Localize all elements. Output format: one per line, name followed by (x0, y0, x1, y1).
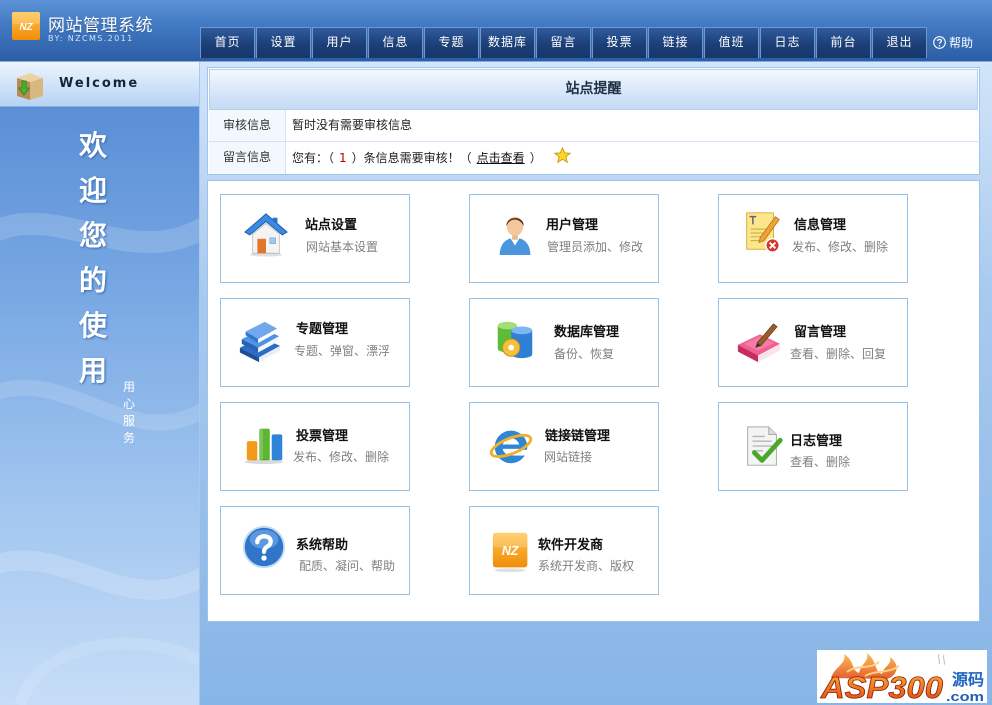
module-title: 投票管理 (296, 429, 349, 444)
main-nav: 首页 设置 用户 信息 专题 数据库 留言 投票 链接 值班 日志 前台 退出 (200, 27, 928, 58)
notice-row-audit: 审核信息 暂时没有需要审核信息 (209, 110, 978, 142)
module-title: 信息管理 (794, 218, 847, 233)
box-download-icon (17, 73, 43, 100)
nav-tab-logs[interactable]: 日志 (760, 27, 815, 58)
main-content: 站点提醒 审核信息 暂时没有需要审核信息 留言信息 您有：（ 1 ）条信息需要审核！… (200, 62, 992, 705)
nav-tab-frontend[interactable]: 前台 (816, 27, 871, 58)
module-desc: 查看、删除、回复 (790, 347, 887, 361)
module-site-settings[interactable]: 站点设置 网站基本设置 (220, 194, 410, 283)
bar-chart-icon (242, 420, 288, 466)
checklist-icon (740, 423, 786, 469)
module-guestbook-management[interactable]: 留言管理 查看、删除、回复 (718, 298, 908, 387)
nav-tab-users[interactable]: 用户 (312, 27, 367, 58)
nav-tab-topics[interactable]: 专题 (424, 27, 479, 58)
nav-tab-links[interactable]: 链接 (648, 27, 703, 58)
message-label: 留言信息 (209, 142, 286, 174)
watermark-domain: .com (946, 689, 984, 703)
module-grid-panel: 站点设置 网站基本设置 用户管理 管理员添加、修改 信息管理 发布、修改、删除 … (207, 180, 980, 622)
help-link[interactable]: 帮助 (933, 34, 973, 51)
message-notice: 您有：（ 1 ）条信息需要审核！（ 点击查看） (286, 142, 571, 174)
module-desc: 配质、凝问、帮助 (299, 559, 396, 573)
message-middle: ）条信息需要审核！（ (351, 150, 472, 165)
site-notice-panel: 站点提醒 审核信息 暂时没有需要审核信息 留言信息 您有：（ 1 ）条信息需要审核！… (207, 67, 980, 175)
module-desc: 网站链接 (544, 450, 593, 464)
nav-tab-messages[interactable]: 留言 (536, 27, 591, 58)
notice-title: 站点提醒 (209, 69, 978, 110)
guestbook-icon (736, 319, 782, 365)
watermark-brand: ASP300 (820, 670, 943, 703)
message-suffix: ） (529, 150, 542, 165)
module-title: 日志管理 (790, 434, 843, 449)
module-title: 系统帮助 (296, 538, 349, 553)
sidebar-banner: 欢迎您的使用 用心服务 (0, 107, 199, 705)
module-title: 链接链管理 (545, 429, 611, 444)
module-info-management[interactable]: 信息管理 发布、修改、删除 (718, 194, 908, 283)
nav-tab-info[interactable]: 信息 (368, 27, 423, 58)
logo-text: NZ (502, 544, 519, 558)
message-count: 1 (339, 150, 347, 165)
nav-tab-votes[interactable]: 投票 (592, 27, 647, 58)
logo-text: NZ (19, 22, 33, 33)
app-subtitle: BY: NZCMS.2011 (48, 34, 134, 43)
module-desc: 发布、修改、删除 (792, 240, 889, 254)
module-desc: 网站基本设置 (306, 240, 379, 254)
welcome-text: Welcome (59, 76, 140, 91)
nav-tab-settings[interactable]: 设置 (256, 27, 311, 58)
module-vote-management[interactable]: 投票管理 发布、修改、删除 (220, 402, 410, 491)
notice-row-messages: 留言信息 您有：（ 1 ）条信息需要审核！（ 点击查看） (209, 142, 978, 174)
module-desc: 发布、修改、删除 (293, 450, 390, 464)
nav-tab-home[interactable]: 首页 (200, 27, 255, 58)
view-messages-link[interactable]: 点击查看 (472, 143, 530, 174)
audit-label: 审核信息 (209, 110, 286, 141)
document-edit-icon (739, 209, 785, 255)
help-label: 帮助 (949, 36, 974, 50)
module-title: 用户管理 (546, 218, 599, 233)
browser-e-icon (488, 422, 534, 468)
user-icon (492, 210, 538, 256)
asp300-watermark-logo: ASP300 源码 .com (817, 650, 987, 703)
module-desc: 查看、删除 (790, 455, 851, 469)
app-title: 网站管理系统 (48, 16, 153, 36)
module-topic-management[interactable]: 专题管理 专题、弹窗、漂浮 (220, 298, 410, 387)
module-title: 留言管理 (794, 325, 847, 340)
nz-logo: NZ (12, 12, 40, 40)
module-desc: 专题、弹窗、漂浮 (294, 344, 391, 358)
module-title: 软件开发商 (538, 538, 604, 553)
sidebar: Welcome 欢迎您的使用 用心服务 (0, 62, 200, 705)
nz-logo-icon: NZ (490, 529, 536, 575)
module-title: 专题管理 (296, 322, 349, 337)
house-icon (243, 211, 289, 257)
binder-icon (237, 319, 283, 365)
watermark-tag: 源码 (952, 670, 984, 689)
service-motto: 用心服务 (122, 380, 135, 445)
welcome-bar: Welcome (0, 62, 199, 107)
module-database-management[interactable]: 数据库管理 备份、恢复 (469, 298, 659, 387)
help-circle-icon (933, 36, 946, 49)
audit-text: 暂时没有需要审核信息 (292, 118, 413, 132)
top-header: NZ 网站管理系统 BY: NZCMS.2011 首页 设置 用户 信息 专题 … (0, 0, 992, 62)
module-software-developer[interactable]: NZ 软件开发商 系统开发商、版权 (469, 506, 659, 595)
module-log-management[interactable]: 日志管理 查看、删除 (718, 402, 908, 491)
module-title: 站点设置 (305, 218, 358, 233)
module-link-management[interactable]: 链接链管理 网站链接 (469, 402, 659, 491)
help-icon (241, 524, 287, 570)
module-desc: 系统开发商、版权 (538, 559, 635, 573)
nav-tab-database[interactable]: 数据库 (480, 27, 535, 58)
message-prefix: 您有：（ (292, 150, 335, 165)
star-icon (553, 146, 571, 163)
module-desc: 备份、恢复 (554, 347, 615, 361)
nav-tab-logout[interactable]: 退出 (872, 27, 927, 58)
module-title: 数据库管理 (554, 325, 620, 340)
module-user-management[interactable]: 用户管理 管理员添加、修改 (469, 194, 659, 283)
module-system-help[interactable]: 系统帮助 配质、凝问、帮助 (220, 506, 410, 595)
database-icon (492, 316, 538, 362)
welcome-slogan: 欢迎您的使用 (78, 129, 107, 387)
nav-tab-duty[interactable]: 值班 (704, 27, 759, 58)
module-desc: 管理员添加、修改 (547, 240, 644, 254)
